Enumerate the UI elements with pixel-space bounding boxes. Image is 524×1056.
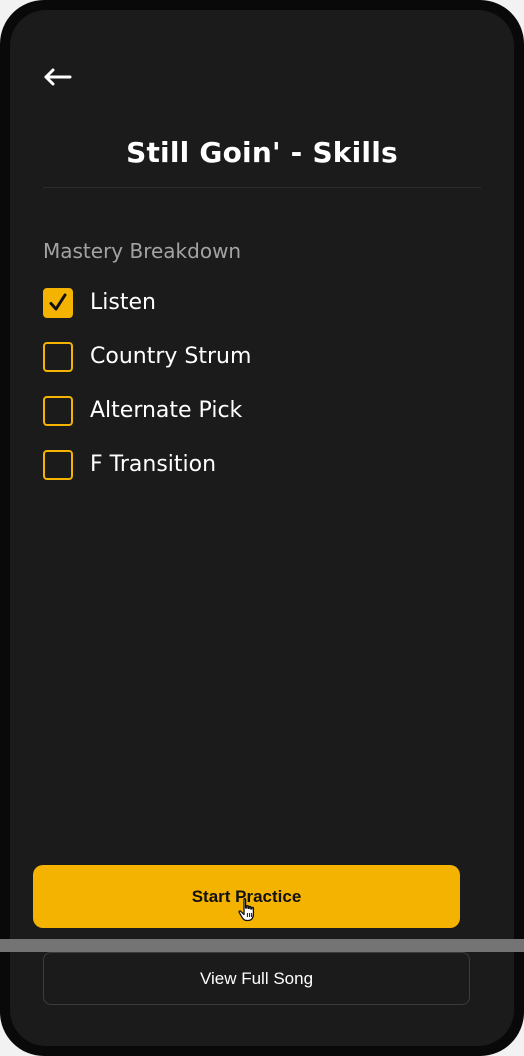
skill-item-country-strum[interactable]: Country Strum — [43, 342, 251, 396]
checkbox[interactable] — [43, 396, 73, 426]
skill-item-f-transition[interactable]: F Transition — [43, 450, 251, 504]
skill-label: Alternate Pick — [90, 398, 243, 423]
checkbox[interactable] — [43, 288, 73, 318]
checkbox[interactable] — [43, 450, 73, 480]
skill-label: Listen — [90, 290, 156, 315]
page-title: Still Goin' - Skills — [126, 136, 398, 169]
skill-item-listen[interactable]: Listen — [43, 288, 251, 342]
checkmark-icon — [49, 293, 67, 311]
phone-frame: Still Goin' - Skills Mastery Breakdown L… — [0, 0, 524, 1056]
section-label: Mastery Breakdown — [43, 239, 242, 263]
scroll-strip — [0, 939, 524, 952]
skill-label: Country Strum — [90, 344, 252, 369]
skill-item-alternate-pick[interactable]: Alternate Pick — [43, 396, 251, 450]
header-divider — [43, 187, 481, 188]
view-full-song-button[interactable]: View Full Song — [43, 952, 470, 1005]
skill-list: Listen Country Strum Alternate Pick F Tr… — [43, 288, 251, 504]
checkbox[interactable] — [43, 342, 73, 372]
skill-label: F Transition — [90, 452, 217, 477]
arrow-left-icon — [42, 62, 78, 92]
back-button[interactable] — [42, 62, 78, 92]
start-practice-button[interactable]: Start Practice — [33, 865, 460, 928]
